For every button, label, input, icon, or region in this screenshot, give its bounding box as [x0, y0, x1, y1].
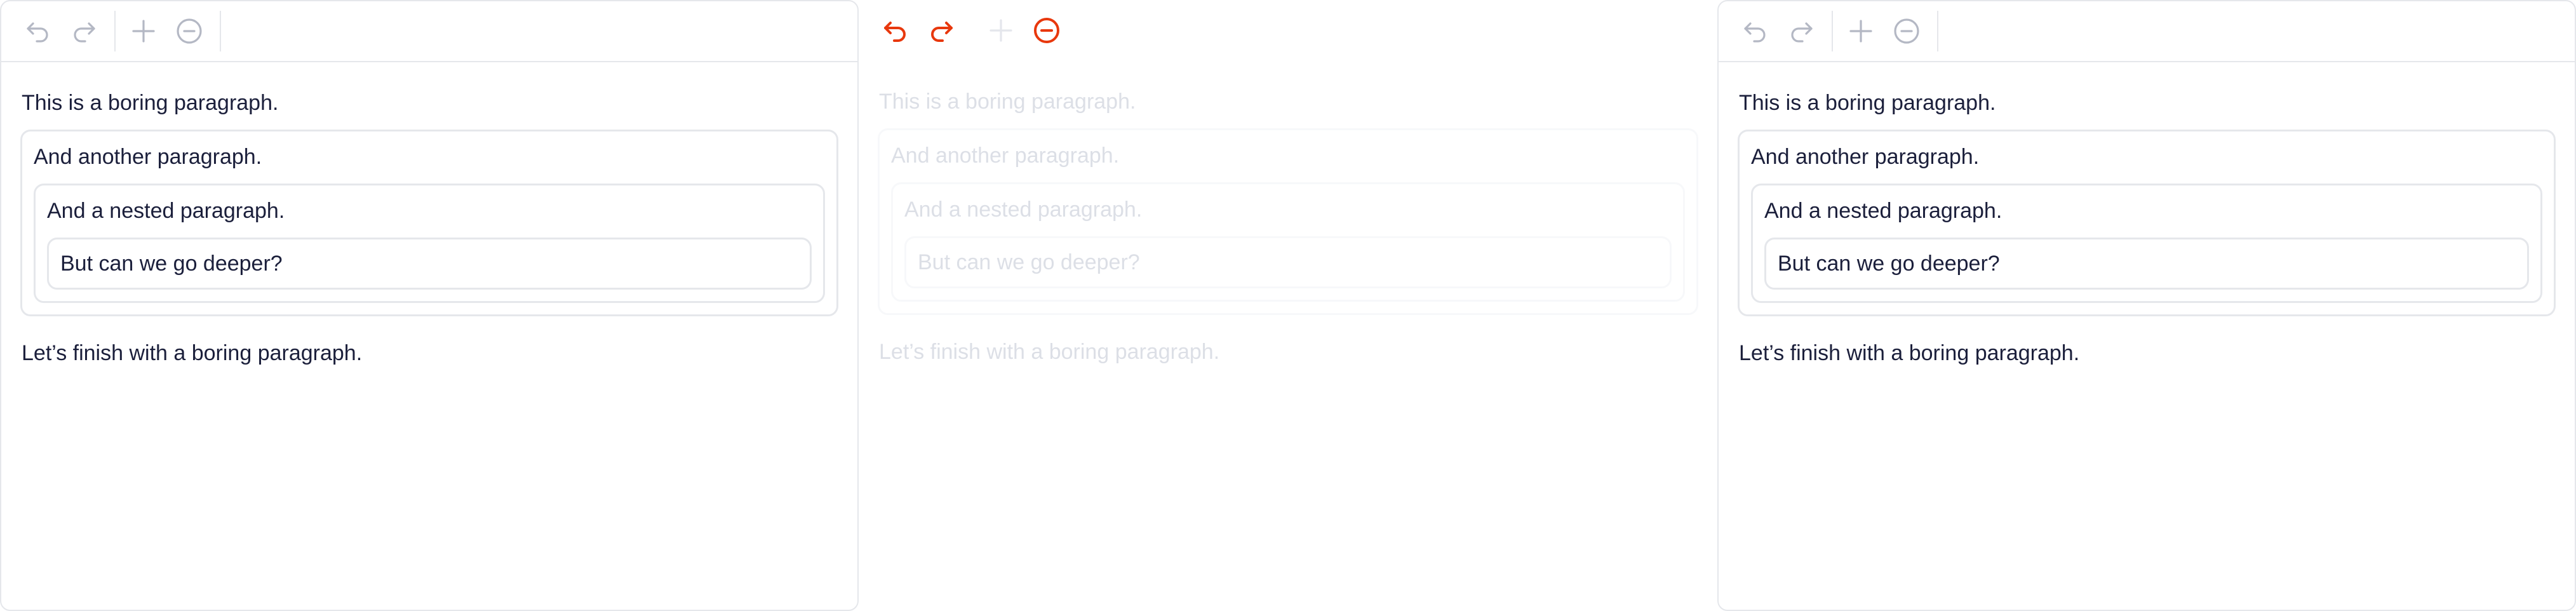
- add-button[interactable]: [1842, 12, 1880, 50]
- redo-button[interactable]: [1782, 12, 1820, 50]
- paragraph[interactable]: This is a boring paragraph.: [878, 84, 1698, 119]
- paragraph[interactable]: But can we go deeper?: [1778, 246, 2516, 281]
- paragraph[interactable]: Let’s finish with a boring paragraph.: [1738, 335, 2556, 371]
- paragraph[interactable]: And another paragraph.: [34, 139, 825, 175]
- plus-icon: [989, 19, 1012, 42]
- toolbar: [1, 1, 857, 62]
- add-button[interactable]: [124, 12, 163, 50]
- nested-block[interactable]: And a nested paragraph. But can we go de…: [891, 182, 1685, 302]
- remove-button[interactable]: [1028, 11, 1066, 50]
- editor-content[interactable]: This is a boring paragraph. And another …: [1738, 85, 2556, 371]
- paragraph[interactable]: But can we go deeper?: [918, 245, 1658, 280]
- nested-block[interactable]: But can we go deeper?: [47, 238, 812, 290]
- remove-button[interactable]: [170, 12, 208, 50]
- toolbar-divider: [972, 10, 973, 51]
- redo-icon: [931, 22, 953, 42]
- nested-block[interactable]: And another paragraph. And a nested para…: [1738, 130, 2556, 316]
- nested-block[interactable]: But can we go deeper?: [904, 236, 1672, 288]
- toolbar-divider: [1832, 11, 1833, 51]
- editor-content[interactable]: This is a boring paragraph. And another …: [20, 85, 838, 371]
- paragraph[interactable]: Let’s finish with a boring paragraph.: [20, 335, 838, 371]
- editor-pane-3: This is a boring paragraph. And another …: [1717, 0, 2576, 611]
- paragraph[interactable]: This is a boring paragraph.: [20, 85, 838, 121]
- toolbar: [1719, 1, 2575, 62]
- nested-block[interactable]: And a nested paragraph. But can we go de…: [1751, 184, 2542, 303]
- toolbar-divider: [1937, 11, 1938, 51]
- paragraph[interactable]: And a nested paragraph.: [47, 193, 812, 229]
- undo-icon: [27, 22, 48, 43]
- toolbar-divider: [220, 11, 221, 51]
- paragraph[interactable]: But can we go deeper?: [60, 246, 798, 281]
- redo-icon: [1791, 22, 1813, 43]
- undo-icon: [884, 22, 906, 42]
- undo-button[interactable]: [876, 11, 915, 50]
- toolbar-divider: [114, 11, 116, 51]
- redo-button[interactable]: [65, 12, 103, 50]
- remove-button[interactable]: [1888, 12, 1926, 50]
- undo-icon: [1744, 22, 1766, 43]
- nested-block[interactable]: And another paragraph. And a nested para…: [20, 130, 838, 316]
- minus-circle-icon: [177, 18, 202, 44]
- minus-circle-icon: [1894, 18, 1919, 44]
- toolbar: [859, 0, 1717, 61]
- redo-icon: [74, 22, 95, 43]
- nested-block[interactable]: But can we go deeper?: [1764, 238, 2529, 290]
- paragraph[interactable]: This is a boring paragraph.: [1738, 85, 2556, 121]
- paragraph[interactable]: And a nested paragraph.: [1764, 193, 2529, 229]
- paragraph[interactable]: And another paragraph.: [1751, 139, 2542, 175]
- add-button[interactable]: [982, 11, 1020, 50]
- editor-pane-1: This is a boring paragraph. And another …: [0, 0, 859, 611]
- plus-icon: [1849, 20, 1872, 43]
- minus-circle-icon: [1034, 18, 1059, 43]
- nested-block[interactable]: And another paragraph. And a nested para…: [878, 128, 1698, 315]
- nested-block[interactable]: And a nested paragraph. But can we go de…: [34, 184, 825, 303]
- paragraph[interactable]: And a nested paragraph.: [904, 192, 1672, 227]
- redo-button[interactable]: [922, 11, 960, 50]
- paragraph[interactable]: And another paragraph.: [891, 138, 1685, 173]
- plus-icon: [132, 20, 155, 43]
- editor-content[interactable]: This is a boring paragraph. And another …: [878, 84, 1698, 370]
- undo-button[interactable]: [19, 12, 57, 50]
- paragraph[interactable]: Let’s finish with a boring paragraph.: [878, 334, 1698, 370]
- editor-pane-2: This is a boring paragraph. And another …: [859, 0, 1717, 611]
- undo-button[interactable]: [1736, 12, 1774, 50]
